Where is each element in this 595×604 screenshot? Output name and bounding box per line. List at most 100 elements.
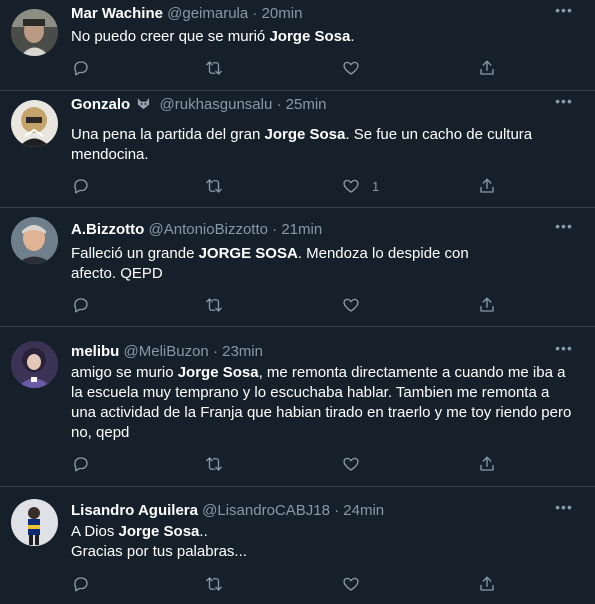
retweet-button[interactable] (205, 453, 223, 475)
tweet-text-highlight: Jorge Sosa (269, 28, 351, 45)
like-icon (343, 298, 359, 312)
tweet-text-highlight: Jorge Sosa (264, 126, 346, 143)
user-handle[interactable]: @geimarula (167, 5, 248, 22)
display-name[interactable]: Mar Wachine (71, 5, 163, 22)
more-options-icon[interactable]: ••• (553, 94, 575, 112)
more-options-icon[interactable]: ••• (553, 3, 575, 21)
avatar[interactable] (11, 9, 58, 56)
tweet-text-part: . (350, 28, 355, 45)
timestamp[interactable]: 24min (343, 502, 384, 519)
tweet-text-highlight: Jorge Sosa (177, 364, 259, 381)
reply-button[interactable] (72, 294, 90, 316)
display-name[interactable]: A.Bizzotto (71, 221, 144, 238)
tweet-text-part: amigo se murio (71, 364, 178, 381)
avatar-image (11, 341, 58, 388)
reply-icon (74, 577, 88, 592)
more-options-icon[interactable]: ••• (553, 219, 575, 237)
avatar[interactable] (11, 341, 58, 388)
share-icon (480, 456, 494, 471)
avatar[interactable] (11, 100, 58, 147)
tweet-text: amigo se murio Jorge Sosa, me remonta di… (71, 363, 577, 443)
separator-dot: · (212, 343, 218, 360)
like-icon (343, 577, 359, 591)
timestamp[interactable]: 23min (222, 343, 263, 360)
share-button[interactable] (478, 175, 496, 197)
avatar-image (11, 100, 58, 147)
reply-button[interactable] (72, 453, 90, 475)
retweet-button[interactable] (205, 175, 223, 197)
tweet-header: melibu @MeliBuzon · 23min (71, 343, 555, 361)
like-icon (343, 61, 359, 75)
share-icon (480, 178, 494, 193)
reply-button[interactable] (72, 57, 90, 79)
tweet-text-part: Una pena la partida del gran (71, 126, 265, 143)
like-button[interactable] (342, 57, 372, 79)
more-options-icon[interactable]: ••• (553, 500, 575, 518)
reply-icon (74, 457, 88, 472)
tweet[interactable]: melibu @MeliBuzon · 23min ••• amigo se m… (0, 327, 595, 487)
like-icon (343, 457, 359, 471)
retweet-button[interactable] (205, 294, 223, 316)
more-options-icon[interactable]: ••• (553, 341, 575, 359)
tweet-text: No puedo creer que se murió Jorge Sosa. (71, 27, 577, 47)
separator-dot: · (276, 96, 282, 113)
like-icon (343, 179, 359, 193)
share-button[interactable] (478, 57, 496, 79)
timestamp[interactable]: 20min (262, 5, 303, 22)
reply-icon (74, 179, 88, 194)
like-button[interactable]: 1 (342, 175, 379, 197)
share-button[interactable] (478, 573, 496, 595)
tweet-header: A.Bizzotto @AntonioBizzotto · 21min (71, 221, 555, 239)
like-button[interactable] (342, 573, 372, 595)
display-name[interactable]: Gonzalo (71, 96, 130, 113)
user-handle[interactable]: @MeliBuzon (124, 343, 209, 360)
user-handle[interactable]: @rukhasgunsalu (160, 96, 273, 113)
tweet-text: A Dios Jorge Sosa.. Gracias por tus pala… (71, 522, 577, 562)
tweet-text-part: Falleció un grande (71, 245, 199, 262)
tweet-text-part: No puedo creer que se murió (71, 28, 270, 45)
reply-icon (74, 298, 88, 313)
wolf-emoji-icon (136, 96, 151, 116)
tweet-text-line: A Dios Jorge Sosa.. (71, 522, 577, 542)
retweet-button[interactable] (205, 573, 223, 595)
retweet-icon (206, 61, 222, 75)
avatar[interactable] (11, 499, 58, 546)
like-count: 1 (372, 178, 380, 194)
separator-dot: · (252, 5, 258, 22)
separator-dot: · (334, 502, 340, 519)
tweet-text-line: Gracias por tus palabras... (71, 543, 247, 560)
share-button[interactable] (478, 294, 496, 316)
tweet[interactable]: Lisandro Aguilera @LisandroCABJ18 · 24mi… (0, 487, 595, 604)
share-icon (480, 297, 494, 312)
user-handle[interactable]: @AntonioBizzotto (149, 221, 268, 238)
tweet[interactable]: Gonzalo @rukhasgunsalu · 25min ••• Una p… (0, 91, 595, 208)
reply-button[interactable] (72, 175, 90, 197)
reply-button[interactable] (72, 573, 90, 595)
avatar-image (11, 499, 58, 546)
like-button[interactable] (342, 453, 372, 475)
reply-icon (74, 61, 88, 76)
retweet-icon (206, 577, 222, 591)
tweet[interactable]: Mar Wachine @geimarula · 20min ••• No pu… (0, 0, 595, 91)
avatar-image (11, 9, 58, 56)
timestamp[interactable]: 25min (286, 96, 327, 113)
tweet-actions (0, 294, 595, 316)
avatar[interactable] (11, 217, 58, 264)
share-icon (480, 60, 494, 75)
tweet-actions (0, 573, 595, 595)
tweet-actions (0, 57, 595, 79)
tweet-text-part: A Dios (71, 523, 119, 540)
tweet-actions: 1 (0, 175, 595, 197)
display-name[interactable]: Lisandro Aguilera (71, 502, 198, 519)
share-icon (480, 576, 494, 591)
tweet[interactable]: A.Bizzotto @AntonioBizzotto · 21min ••• … (0, 208, 595, 327)
tweet-header: Gonzalo @rukhasgunsalu · 25min (71, 96, 555, 116)
retweet-button[interactable] (205, 57, 223, 79)
like-button[interactable] (342, 294, 372, 316)
user-handle[interactable]: @LisandroCABJ18 (202, 502, 330, 519)
share-button[interactable] (478, 453, 496, 475)
timestamp[interactable]: 21min (281, 221, 322, 238)
display-name[interactable]: melibu (71, 343, 119, 360)
retweet-icon (206, 298, 222, 312)
avatar-image (11, 217, 58, 264)
